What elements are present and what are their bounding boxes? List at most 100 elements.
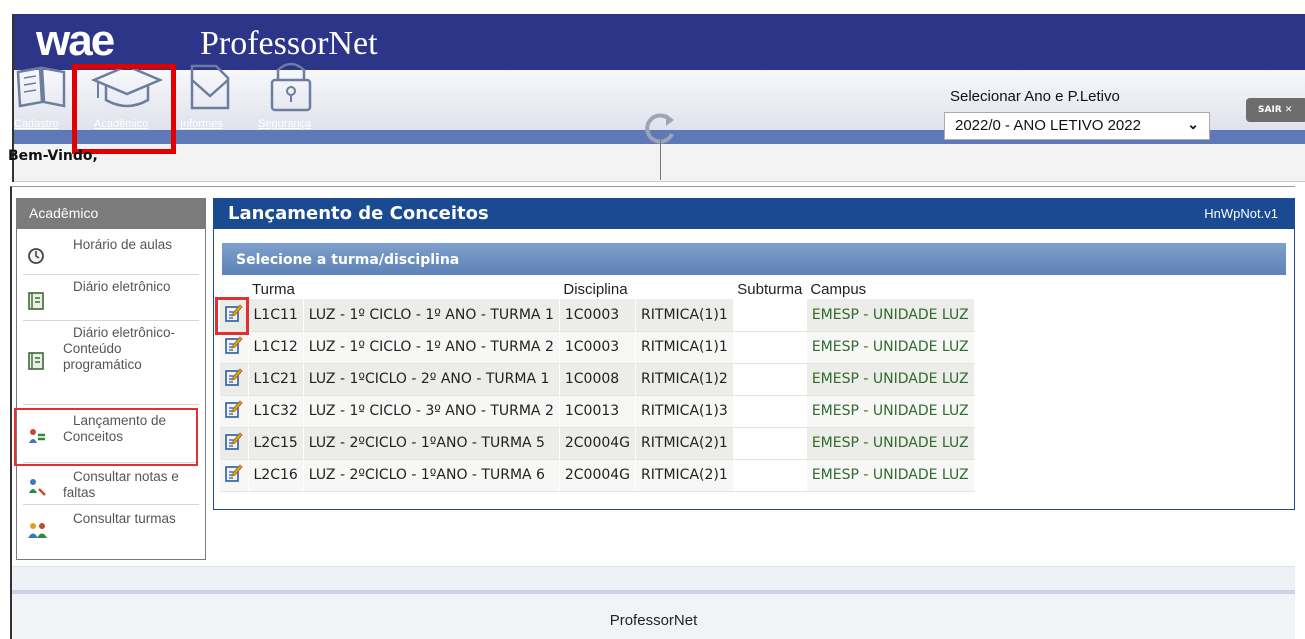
edit-icon [224,336,243,354]
turma-name-cell: LUZ - 1º CICLO - 3º ANO - TURMA 2 [303,395,560,428]
panel-header: Lançamento de Conceitos HnWpNot.v1 [214,199,1294,229]
disciplina-name-cell: RITMICA(1)1 [635,299,734,332]
screen-code: HnWpNot.v1 [1204,206,1278,221]
disciplina-name-cell: RITMICA(1)2 [635,363,734,396]
search-grades-icon [29,479,46,496]
edit-icon [224,464,243,482]
turma-code-cell: L1C11 [248,299,304,332]
campus-cell: EMESP - UNIDADE LUZ [806,427,975,460]
edit-icon [224,368,243,386]
subturma-cell [733,427,807,460]
disciplina-code-cell: 1C0003 [559,331,637,364]
sidebar-item-label: Diário eletrônico-Conteúdo programático [63,325,176,372]
edit-button[interactable] [220,395,249,428]
sidebar-item-label: Consultar notas e faltas [63,469,179,500]
year-period-select[interactable]: 2022/0 - ANO LETIVO 2022 ⌄ [944,112,1210,140]
subturma-cell [733,395,807,428]
subturma-cell [733,299,807,332]
academico-highlight-box [72,64,176,154]
sidebar-item-consultar-turmas[interactable]: Consultar turmas [23,511,199,551]
campus-cell: EMESP - UNIDADE LUZ [806,363,975,396]
toolbar-informes-button[interactable]: Informes [180,58,240,132]
campus-cell: EMESP - UNIDADE LUZ [806,459,975,492]
subturma-cell [733,331,807,364]
turma-code-cell: L1C12 [248,331,304,364]
turma-name-cell: LUZ - 1º CICLO - 1º ANO - TURMA 1 [303,299,560,332]
disciplina-name-cell: RITMICA(1)1 [635,331,734,364]
group-icon [28,523,47,538]
edit-highlight-box [215,297,249,335]
toolbar-seguranca-button[interactable]: Segurança [254,58,328,132]
header-spacer [220,279,248,299]
toolbar-cadastro-button[interactable]: Cadastro [12,58,74,132]
sidebar-item-label: Diário eletrônico [73,279,171,294]
exit-button[interactable]: SAIR ✕ [1246,98,1305,122]
edit-icon [224,432,243,450]
table-row: L2C16 LUZ - 2ºCICLO - 1ºANO - TURMA 6 2C00… [220,459,975,492]
column-header-campus: Campus [806,279,975,299]
selector-bar: Selecione a turma/disciplina [222,243,1286,275]
turma-code-cell: L1C21 [248,363,304,396]
sidebar-item-label: Horário de aulas [73,237,173,252]
disciplina-code-cell: 2C0004G [559,427,637,460]
edit-button[interactable] [220,427,249,460]
toolbar-label-informes: Informes [180,118,223,130]
campus-cell: EMESP - UNIDADE LUZ [806,331,975,364]
footer-text: ProfessorNet [609,612,698,629]
turma-name-cell: LUZ - 2ºCICLO - 1ºANO - TURMA 5 [303,427,560,460]
chevron-down-icon: ⌄ [1187,116,1199,132]
book-icon [16,66,66,108]
disciplina-code-cell: 1C0008 [559,363,637,396]
disciplina-code-cell: 1C0013 [559,395,637,428]
turma-name-cell: LUZ - 2ºCICLO - 1ºANO - TURMA 6 [303,459,560,492]
edit-icon [224,400,243,418]
footer: ProfessorNet [12,594,1295,639]
lancamento-highlight-box [14,408,198,466]
selector-title: Selecione a turma/disciplina [236,252,460,268]
sidebar-item-diario[interactable]: Diário eletrônico [23,279,199,321]
footer-band [12,566,1295,592]
notebook-icon [28,352,44,370]
year-period-value: 2022/0 - ANO LETIVO 2022 [955,117,1141,134]
turma-name-cell: LUZ - 1º CICLO - 1º ANO - TURMA 2 [303,331,560,364]
column-header-subturma: Subturma [733,279,807,299]
disciplina-code-cell: 1C0003 [559,299,637,332]
turma-code-cell: L2C16 [248,459,304,492]
welcome-text: Bem-Vindo, [8,148,98,164]
table-row: L1C32 LUZ - 1º CICLO - 3º ANO - TURMA 2 1C… [220,395,975,428]
notebook-icon [28,292,44,310]
lock-icon [270,62,312,112]
sidebar-title: Acadêmico [17,199,205,229]
clock-icon [28,248,44,264]
table-row: L1C12 LUZ - 1º CICLO - 1º ANO - TURMA 2 1C… [220,331,975,364]
table-row: L1C21 LUZ - 1ºCICLO - 2º ANO - TURMA 1 1C0… [220,363,975,396]
disciplina-name-cell: RITMICA(2)1 [635,459,734,492]
disciplina-code-cell: 2C0004G [559,459,637,492]
disciplina-name-cell: RITMICA(2)1 [635,427,734,460]
sidebar-item-consultar-notas[interactable]: Consultar notas e faltas [23,469,199,505]
toolbar-label-cadastro: Cadastro [14,118,59,130]
campus-cell: EMESP - UNIDADE LUZ [806,299,975,332]
sidebar-item-diario-conteudo[interactable]: Diário eletrônico-Conteúdo programático [23,325,199,405]
page-title: Lançamento de Conceitos [228,203,489,224]
edit-button[interactable] [220,363,249,396]
turma-code-cell: L1C32 [248,395,304,428]
sidebar: Acadêmico Horário de aulas Diário eletrô… [16,198,206,560]
subturma-cell [733,363,807,396]
content-panel: Lançamento de Conceitos HnWpNot.v1 Selec… [213,198,1295,510]
campus-cell: EMESP - UNIDADE LUZ [806,395,975,428]
frame-divider [660,132,661,180]
table-row: L2C15 LUZ - 2ºCICLO - 1ºANO - TURMA 5 2C00… [220,427,975,460]
column-header-disciplina: Disciplina [559,279,734,299]
edit-button[interactable] [220,459,249,492]
sidebar-item-horario[interactable]: Horário de aulas [23,237,199,275]
edit-button[interactable] [220,331,249,364]
table-header-row: Turma Disciplina Subturma Campus [220,279,975,299]
disciplina-name-cell: RITMICA(1)3 [635,395,734,428]
sidebar-item-label: Consultar turmas [73,511,176,526]
classes-table: Turma Disciplina Subturma Campus L1C11 LU… [220,279,975,492]
year-select-label: Selecionar Ano e P.Letivo [950,88,1120,105]
table-row: L1C11 LUZ - 1º CICLO - 1º ANO - TURMA 1 1C… [220,299,975,332]
toolbar-label-seguranca: Segurança [258,118,312,130]
envelope-icon [190,64,230,110]
